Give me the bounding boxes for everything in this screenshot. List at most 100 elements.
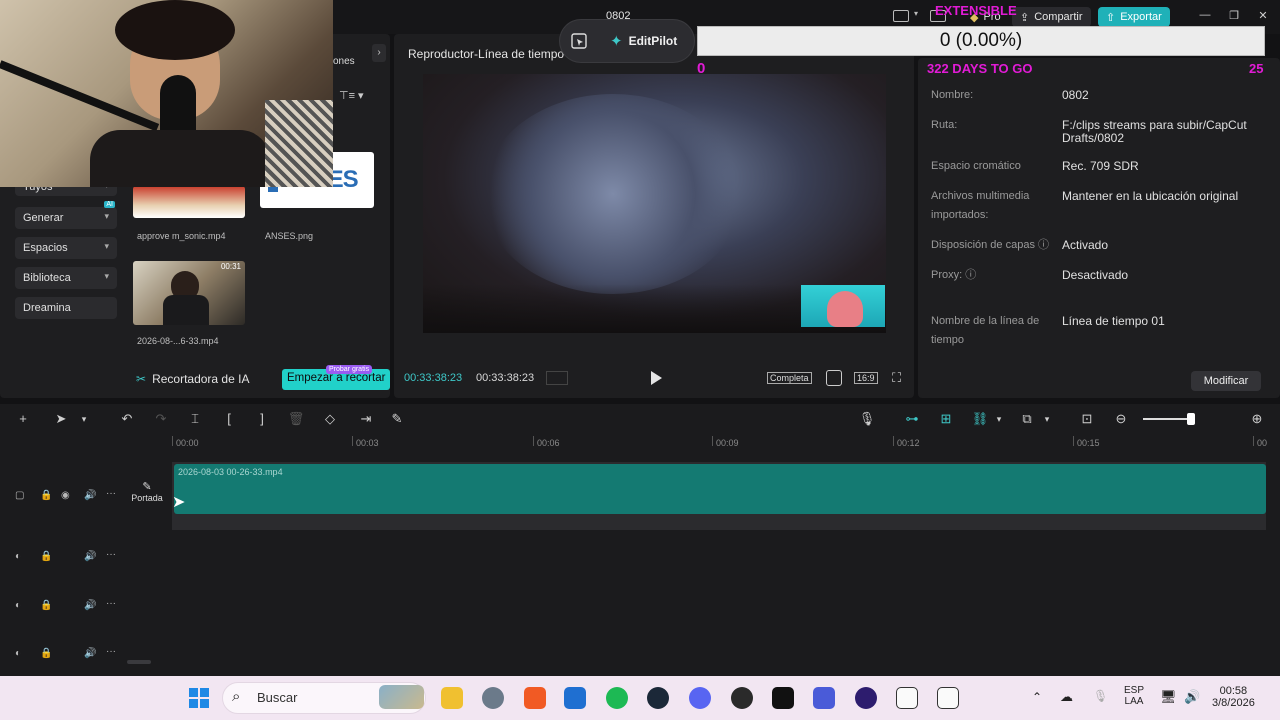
app-circle-icon[interactable] (855, 687, 877, 709)
media-tab-partial[interactable]: ones (333, 56, 355, 67)
preview-axis-icon[interactable]: ⧉ (1018, 410, 1036, 428)
main-track-magnet-icon[interactable]: ⊶ (903, 410, 921, 428)
editpilot-icon: ✦ (610, 33, 623, 50)
shirt (90, 130, 270, 187)
settings-gear-icon[interactable] (482, 687, 504, 709)
volume-icon[interactable]: 🔊 (84, 490, 96, 501)
volume-icon[interactable]: 🔊 (84, 551, 96, 562)
detail-value: Rec. 709 SDR (1062, 159, 1139, 173)
capcut-active-icon[interactable] (937, 687, 959, 709)
delete-icon[interactable]: 🗑 (287, 410, 305, 428)
modify-button[interactable]: Modificar (1191, 371, 1261, 391)
capcut-icon[interactable] (896, 687, 918, 709)
language-indicator[interactable]: ESP LAA (1124, 685, 1144, 707)
maximize-icon[interactable]: ❐ (1224, 9, 1244, 25)
select-cursor-icon[interactable]: ➤ (52, 410, 70, 428)
aspect-ratio-button[interactable]: 16:9 (854, 372, 878, 384)
share-button[interactable]: ⇪ Compartir (1012, 7, 1091, 27)
zoom-out-icon[interactable]: ⊖ (1112, 410, 1130, 428)
more-icon[interactable]: ··· (106, 549, 116, 560)
track-toggle-icon[interactable]: ▢ (15, 490, 24, 501)
cover-button[interactable]: ✎ Portada (128, 480, 166, 514)
overlay-sticker[interactable] (801, 285, 885, 327)
horizontal-scrollbar[interactable] (127, 660, 151, 664)
waveform-icon[interactable] (546, 371, 568, 385)
add-track-icon[interactable]: + (14, 410, 32, 428)
layout-icon[interactable] (893, 10, 909, 22)
nav-item-dreamina[interactable]: Dreamina (15, 297, 117, 319)
magic-edit-icon[interactable]: ✎ (388, 410, 406, 428)
media-thumb-clip[interactable]: 00:31 (133, 261, 245, 325)
zoom-in-icon[interactable]: ⊕ (1248, 410, 1266, 428)
audio-track-icon[interactable]: ◐ (15, 600, 21, 611)
zoom-slider-handle[interactable] (1187, 413, 1195, 425)
lock-icon[interactable]: 🔒 (40, 648, 52, 659)
trim-right-icon[interactable]: ] (253, 410, 271, 428)
nav-item-biblioteca[interactable]: Biblioteca ▾ (15, 267, 117, 289)
discord-icon[interactable] (689, 687, 711, 709)
brave-browser-icon[interactable] (524, 687, 546, 709)
chevron-right-icon[interactable]: › (372, 44, 386, 62)
export-button[interactable]: ⇧ Exportar (1098, 7, 1170, 27)
volume-icon[interactable]: 🔊 (84, 600, 96, 611)
chevron-down-icon[interactable]: ▾ (75, 410, 93, 428)
windows-start-icon[interactable] (188, 687, 210, 709)
volume-icon[interactable]: 🔊 (84, 648, 96, 659)
lock-icon[interactable]: 🔒 (40, 551, 52, 562)
audio-track-icon[interactable]: ◐ (15, 551, 21, 562)
file-explorer-icon[interactable] (441, 687, 463, 709)
link-icon[interactable]: ⛓ (971, 410, 989, 428)
cursor-select-icon[interactable] (560, 20, 598, 62)
lock-icon[interactable]: 🔒 (40, 600, 52, 611)
auto-snap-icon[interactable]: ⊞ (937, 410, 955, 428)
onedrive-icon[interactable]: ☁ (1060, 689, 1073, 705)
spotify-icon[interactable] (606, 687, 628, 709)
detail-value: 0802 (1062, 88, 1089, 102)
media-thumb-approve[interactable] (133, 186, 245, 218)
chevron-up-icon[interactable]: ⌃ (1032, 690, 1042, 704)
more-icon[interactable]: ··· (106, 488, 116, 499)
more-icon[interactable]: ··· (106, 598, 116, 609)
play-icon[interactable] (649, 370, 663, 386)
caption-icon[interactable]: ⊡ (1078, 410, 1096, 428)
ruler-tick (1253, 436, 1254, 446)
zoom-slider-track[interactable] (1143, 418, 1193, 420)
filter-icon[interactable]: ⊤≡ ▾ (339, 89, 364, 102)
epic-games-icon[interactable] (772, 687, 794, 709)
clock[interactable]: 00:58 3/8/2026 (1212, 685, 1255, 709)
close-icon[interactable]: ✕ (1253, 9, 1273, 25)
obs-icon[interactable] (731, 687, 753, 709)
editpilot-widget[interactable]: ✦ EditPilot (560, 20, 694, 62)
full-quality-button[interactable]: Completa (767, 372, 812, 384)
chevron-down-icon[interactable]: ▾ (990, 410, 1008, 428)
eye-icon[interactable]: ◉ (61, 490, 70, 501)
more-icon[interactable]: ··· (106, 646, 116, 657)
detail-key: Nombre de la línea de tiempo (931, 315, 1040, 346)
fullscreen-icon[interactable]: ⛶ (892, 370, 901, 386)
trim-left-icon[interactable]: [ (220, 410, 238, 428)
minimize-icon[interactable]: — (1195, 9, 1215, 25)
search-highlight-image[interactable] (379, 685, 424, 709)
audio-track-icon[interactable]: ◐ (15, 648, 21, 659)
zoom-fit-icon[interactable] (826, 370, 842, 386)
steam-icon[interactable] (647, 687, 669, 709)
nav-item-generar[interactable]: Generar ▾ AI (15, 201, 117, 229)
microsoft-store-icon[interactable] (564, 687, 586, 709)
apps-grid-icon[interactable] (813, 687, 835, 709)
nav-label: Biblioteca (23, 272, 71, 284)
marker-icon[interactable]: ◇ (321, 410, 339, 428)
timeline-clip[interactable] (174, 464, 1266, 514)
redo-icon[interactable]: ↷ (152, 410, 170, 428)
volume-tray-icon[interactable]: 🔊 (1184, 689, 1200, 705)
mic-tray-icon[interactable]: 🎙 (1093, 689, 1108, 703)
undo-icon[interactable]: ↶ (118, 410, 136, 428)
network-icon[interactable]: 🖥 (1160, 689, 1177, 705)
freeze-icon[interactable]: ⇥ (357, 410, 375, 428)
chevron-down-icon[interactable]: ▾ (1038, 410, 1056, 428)
split-icon[interactable]: ⌶ (186, 410, 204, 428)
microphone-icon[interactable]: 🎙 (858, 410, 876, 428)
nav-item-espacios[interactable]: Espacios ▾ (15, 237, 117, 259)
ai-recorder-link[interactable]: ✂ Recortadora de IA (136, 372, 249, 386)
chevron-down-icon[interactable]: ▾ (914, 9, 918, 18)
lock-icon[interactable]: 🔒 (40, 490, 52, 501)
